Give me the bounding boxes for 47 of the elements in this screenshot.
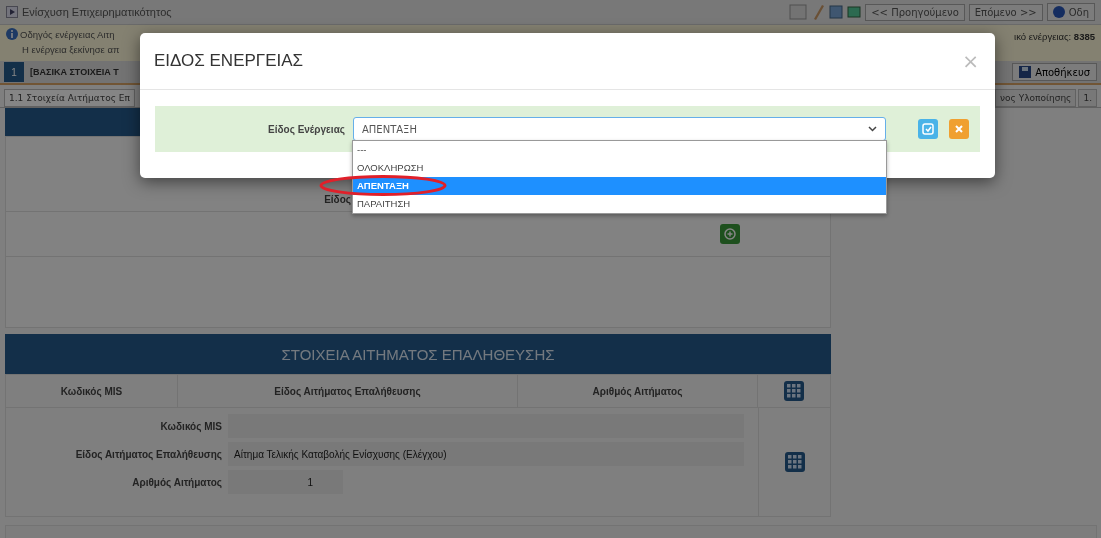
field-label: Είδος Ενέργειας [267,123,346,135]
plus-icon [724,228,736,240]
grid-button[interactable] [784,381,804,401]
field-label: Κωδικός MIS [159,420,222,432]
dropdown-option[interactable]: ΟΛΟΚΛΗΡΩΣΗ [353,159,886,177]
previous-button[interactable]: << Προηγούμενο [865,3,965,21]
dropdown-option[interactable]: ΑΠΕΝΤΑΞΗ [353,177,886,195]
window-title: Ενίσχυση Επιχειρηματικότητος [22,6,172,18]
field-label: Είδος Αιτήματος Επαλήθευσης [74,448,222,460]
dropdown-option[interactable]: ΠΑΡΑΙΤΗΣΗ [353,195,886,213]
section-title: [ΒΑΣΙΚΑ ΣΤΟΙΧΕΙΑ Τ [30,67,119,77]
dropdown-option[interactable]: --- [353,141,886,159]
tab[interactable]: νος Υλοποίησης [995,89,1077,107]
confirm-button[interactable] [918,119,938,139]
field-label: Αριθμός Αιτήματος [131,476,222,488]
help-icon [1052,6,1065,18]
column-header: Είδος Αιτήματος Επαλήθευσης [178,375,518,407]
step-number: 1 [4,62,24,82]
info-icon [6,28,18,40]
tab[interactable]: 1. [1078,89,1097,107]
tab[interactable]: 1.1 Στοιχεία Αιτήματος Επ [4,89,135,107]
info-text: Η ενέργεια ξεκίνησε απ [21,44,120,55]
add-button[interactable] [720,224,740,244]
cancel-button[interactable] [949,119,969,139]
grid-button[interactable] [784,452,805,472]
column-header: Αριθμός Αιτήματος [518,375,758,407]
close-button[interactable]: × [962,49,979,73]
readonly-field: 1 [228,470,343,494]
chevron-down-icon [868,126,877,132]
action-type-select[interactable]: ΑΠΕΝΤΑΞΗ [353,117,886,141]
info-text: Οδηγός ενέργειας Αιτη [20,29,116,40]
action-code: ικό ενέργειας: 8385 [1014,30,1095,44]
play-icon [6,6,18,18]
field-label: Είδος [323,194,351,205]
save-button[interactable]: Αποθήκευσ [1012,63,1097,81]
dialog-title: ΕΙΔΟΣ ΕΝΕΡΓΕΙΑΣ [154,51,304,71]
close-icon [954,124,964,134]
column-header: Κωδικός MIS [6,375,178,407]
help-button[interactable]: Οδη [1046,3,1095,21]
pencil-icon[interactable] [811,4,826,20]
next-button[interactable]: Επόμενο >> [968,3,1043,21]
check-icon [922,123,934,135]
readonly-field: Αίτημα Τελικής Καταβολής Ενίσχυσης (Ελέγχου) [228,442,744,466]
screen-icon[interactable] [847,5,862,19]
section-header: ΣΤΟΙΧΕΙΑ ΑΙΤΗΜΑΤΟΣ ΕΠΑΛΗΘΕΥΣΗΣ [5,334,831,374]
grid-icon [784,381,804,401]
document-icon[interactable] [789,4,808,20]
